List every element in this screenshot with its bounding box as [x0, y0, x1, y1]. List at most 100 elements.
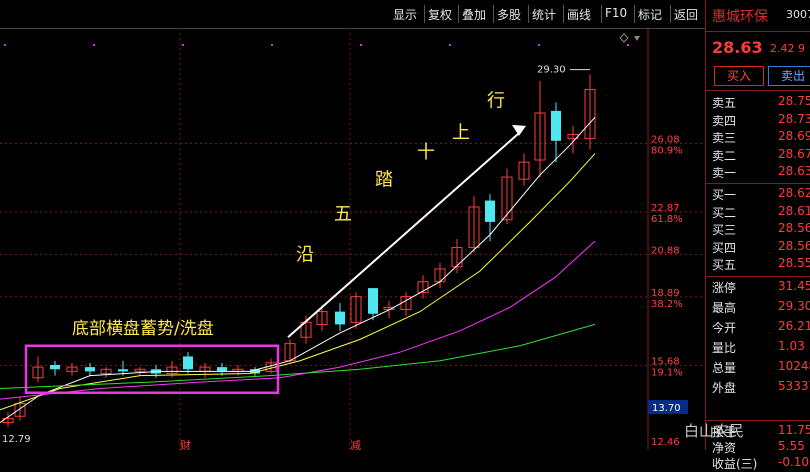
row-value: 1.03	[778, 339, 805, 353]
row-label: 外盘	[712, 381, 737, 395]
candle-body	[485, 200, 495, 222]
row-label: 净资	[712, 441, 737, 455]
row-value: 5.55	[778, 439, 805, 453]
row-value: 28.56	[778, 221, 810, 235]
price-change: 2.42 9	[770, 42, 805, 55]
row-value: -0.100	[778, 455, 810, 469]
row-label: 买二	[712, 205, 737, 220]
trend-char: 踏	[375, 170, 393, 191]
buy-button[interactable]: 买入	[714, 66, 764, 86]
candle-body	[335, 311, 345, 325]
row-label: 卖四	[712, 113, 737, 128]
row-value: 28.67	[778, 146, 810, 161]
marker-dot	[182, 44, 184, 46]
date-marker: 减	[350, 439, 361, 450]
stats-row: 今开 26.21	[712, 319, 810, 336]
marker-dot	[271, 44, 273, 46]
trend-arrow	[287, 131, 521, 338]
toolbar-button-3[interactable]: 多股	[497, 6, 521, 23]
row-value: 11.75%	[778, 423, 810, 437]
stats-row: 总量 102481	[712, 359, 810, 376]
row-label: 卖一	[712, 166, 737, 180]
candle-body	[118, 369, 128, 372]
row-value: 28.69	[778, 129, 810, 143]
bids-row: 买三 28.56	[712, 221, 810, 238]
asks-row: 卖一 28.63	[712, 164, 810, 181]
candle-body	[50, 364, 60, 370]
stats-row: 涨停 31.45	[712, 279, 810, 296]
sell-button[interactable]: 卖出	[768, 66, 810, 86]
candle-body	[217, 367, 227, 372]
box-caption: 底部横盘蓄势/洗盘	[72, 319, 214, 339]
row-label: 卖五	[712, 96, 737, 110]
row-label: 量比	[712, 341, 737, 355]
row-value: 28.75	[778, 94, 810, 108]
row-label: 最高	[712, 301, 737, 315]
row-label: 买三	[712, 223, 737, 237]
row-label: 买五	[712, 258, 737, 272]
toolbar-button-1[interactable]: 复权	[428, 6, 452, 23]
price-label: 20.88	[651, 245, 680, 256]
row-label: 收益(三)	[712, 457, 758, 471]
date-marker: 财	[180, 438, 191, 450]
last-price: 28.63	[712, 38, 763, 57]
bids-row: 买五 28.55	[712, 256, 810, 273]
row-label: 卖三	[712, 131, 737, 145]
bids-row: 买四 28.56	[712, 239, 810, 256]
trend-arrowhead	[512, 124, 526, 136]
toolbar-button-7[interactable]: 标记	[638, 6, 662, 23]
diamond-marker	[619, 33, 629, 43]
row-value: 28.63	[778, 164, 810, 178]
toolbar-button-0[interactable]: 显示	[393, 6, 417, 23]
price-label: 18.89	[651, 288, 680, 299]
trend-char: 五	[334, 204, 352, 225]
candle-body	[551, 110, 561, 141]
row-value: 29.30	[778, 299, 810, 313]
row-label: 卖二	[712, 148, 737, 163]
ma5-line	[0, 116, 596, 424]
watermark: 白山农民	[684, 422, 745, 440]
toolbar-button-5[interactable]: 画线	[567, 6, 591, 23]
row-value: 28.55	[778, 256, 810, 270]
stock-code: 3007	[786, 8, 810, 21]
toolbar-button-8[interactable]: 返回	[674, 6, 698, 23]
pct-label: 38.2%	[651, 299, 683, 310]
row-label: 买一	[712, 188, 737, 202]
current-price-tag: 13.70	[652, 403, 681, 414]
stock-name: 惠城环保	[712, 9, 768, 25]
trend-char: 十	[417, 142, 435, 163]
pct-label: 80.9%	[651, 145, 683, 156]
asks-row: 卖三 28.69	[712, 129, 810, 146]
bids-row: 买一 28.62	[712, 186, 810, 203]
chart-toolbar: 显示 复权 叠加 多股 统计 画线 F10 标记 返回	[0, 0, 705, 29]
marker-dot	[449, 44, 451, 46]
price-label: 22.87	[651, 203, 680, 214]
toolbar-button-4[interactable]: 统计	[532, 6, 556, 23]
row-value: 28.62	[778, 186, 810, 200]
marker-dot	[360, 44, 362, 46]
pct-label: 19.1%	[651, 367, 683, 378]
trend-char: 上	[452, 123, 470, 144]
marker-dot	[538, 44, 540, 46]
row-label: 买四	[712, 240, 737, 255]
row-value: 28.56	[778, 238, 810, 253]
row-label: 今开	[712, 321, 737, 335]
price-label: 15.68	[651, 356, 680, 367]
row-value: 28.61	[778, 203, 810, 218]
trend-char: 行	[487, 91, 505, 112]
stats-row: 量比 1.03	[712, 339, 805, 356]
toolbar-button-6[interactable]: F10	[605, 6, 627, 20]
row-value: 31.45	[778, 279, 810, 293]
pct-label: 61.8%	[651, 214, 683, 225]
toolbar-button-2[interactable]: 叠加	[462, 6, 486, 23]
high-price-label: 29.30	[537, 65, 566, 76]
trend-char: 沿	[296, 244, 314, 265]
collapse-icon	[634, 36, 640, 41]
row-value: 102481	[778, 359, 810, 373]
candle-body	[85, 367, 95, 372]
price-label: 26.08	[651, 134, 680, 145]
candle-body	[368, 288, 378, 314]
row-label: 涨停	[712, 281, 737, 295]
kline-svg[interactable]: 26.0880.9% 22.8761.8% 20.88 18.8938.2% 15.68…	[0, 28, 705, 452]
kline-chart[interactable]: 26.08 80.9% 22.87 61.8% 20.88 18.89 38.2% 15.68…	[0, 28, 705, 452]
